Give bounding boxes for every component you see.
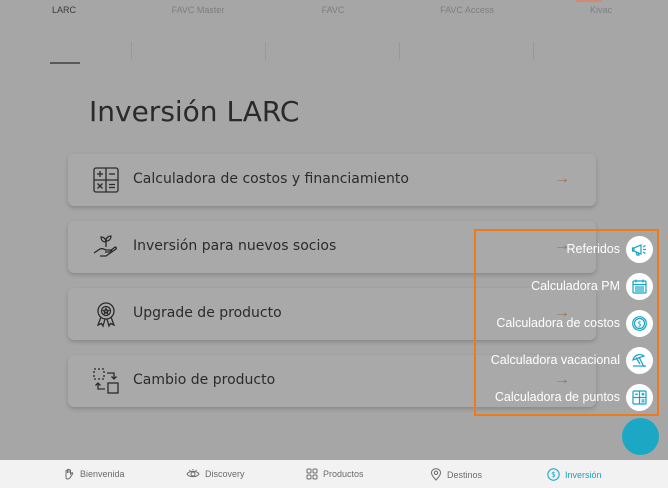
fab-item-label: Referidos	[566, 242, 621, 256]
megaphone-icon	[626, 235, 653, 263]
nav-label: Discovery	[205, 469, 245, 479]
fab-item-calculadora-pm[interactable]: Calculadora PM	[531, 271, 653, 301]
tab-kivac[interactable]: Kivac	[570, 0, 632, 24]
tab-favc-master[interactable]: FAVC Master	[150, 0, 246, 24]
tab-favc-access[interactable]: FAVC Access	[420, 0, 514, 24]
nav-item-inversion[interactable]: $ Inversión	[547, 468, 602, 481]
tab-divider	[533, 42, 534, 60]
bottom-nav: Bienvenida Discovery Productos Destinos …	[0, 460, 668, 488]
fab-item-calculadora-puntos[interactable]: Calculadora de puntos	[495, 382, 653, 412]
hand-plant-icon	[92, 233, 120, 261]
dollar-circle-icon: $	[547, 468, 560, 481]
nav-item-destinos[interactable]: Destinos	[430, 468, 482, 481]
nav-item-discovery[interactable]: Discovery	[186, 468, 245, 480]
tab-favc[interactable]: FAVC	[300, 0, 366, 24]
floating-action-button[interactable]	[622, 418, 659, 455]
svg-text:$: $	[551, 470, 556, 479]
tab-divider	[399, 42, 400, 60]
dollar-coin-icon: $	[626, 309, 653, 337]
nav-label: Inversión	[565, 469, 602, 480]
tab-larc[interactable]: LARC	[40, 0, 88, 24]
fab-item-calculadora-costos[interactable]: Calculadora de costos $	[496, 308, 653, 338]
fab-item-calculadora-vacacional[interactable]: Calculadora vacacional	[491, 345, 653, 375]
eye-icon	[186, 469, 200, 478]
calculator-icon	[92, 166, 120, 194]
card-label: Cambio de producto	[133, 372, 276, 388]
card-label: Upgrade de producto	[133, 305, 282, 321]
swap-icon	[92, 367, 120, 395]
card-label: Calculadora de costos y financiamiento	[133, 171, 409, 187]
page-title: Inversión LARC	[89, 95, 300, 128]
card-label: Inversión para nuevos socios	[133, 238, 337, 254]
card-calculadora-costos[interactable]: Calculadora de costos y financiamiento →	[68, 154, 596, 206]
award-badge-icon	[92, 300, 120, 328]
grid-icon	[306, 468, 318, 480]
hand-wave-icon	[65, 468, 74, 480]
nav-item-bienvenida[interactable]: Bienvenida	[63, 468, 125, 480]
arrow-right-icon: →	[554, 170, 570, 187]
tab-divider	[131, 42, 132, 60]
tab-divider	[265, 42, 266, 60]
nav-item-productos[interactable]: Productos	[306, 468, 364, 480]
fab-item-label: Calculadora de puntos	[494, 390, 620, 404]
fab-item-label: Calculadora PM	[531, 279, 620, 293]
points-grid-icon	[626, 383, 653, 411]
svg-text:$: $	[637, 319, 642, 328]
fab-item-label: Calculadora de costos	[496, 316, 620, 330]
nav-label: Bienvenida	[80, 469, 125, 479]
fab-item-referidos[interactable]: Referidos	[566, 234, 653, 264]
beach-umbrella-icon	[626, 346, 653, 374]
nav-label: Destinos	[447, 469, 483, 480]
floating-action-menu: Referidos Calculadora PM Calculadora de …	[474, 229, 659, 416]
nav-label: Productos	[323, 469, 364, 479]
active-tab-indicator	[50, 62, 80, 64]
calendar-icon	[626, 272, 653, 300]
fab-item-label: Calculadora vacacional	[490, 353, 620, 367]
map-pin-icon	[430, 468, 442, 481]
